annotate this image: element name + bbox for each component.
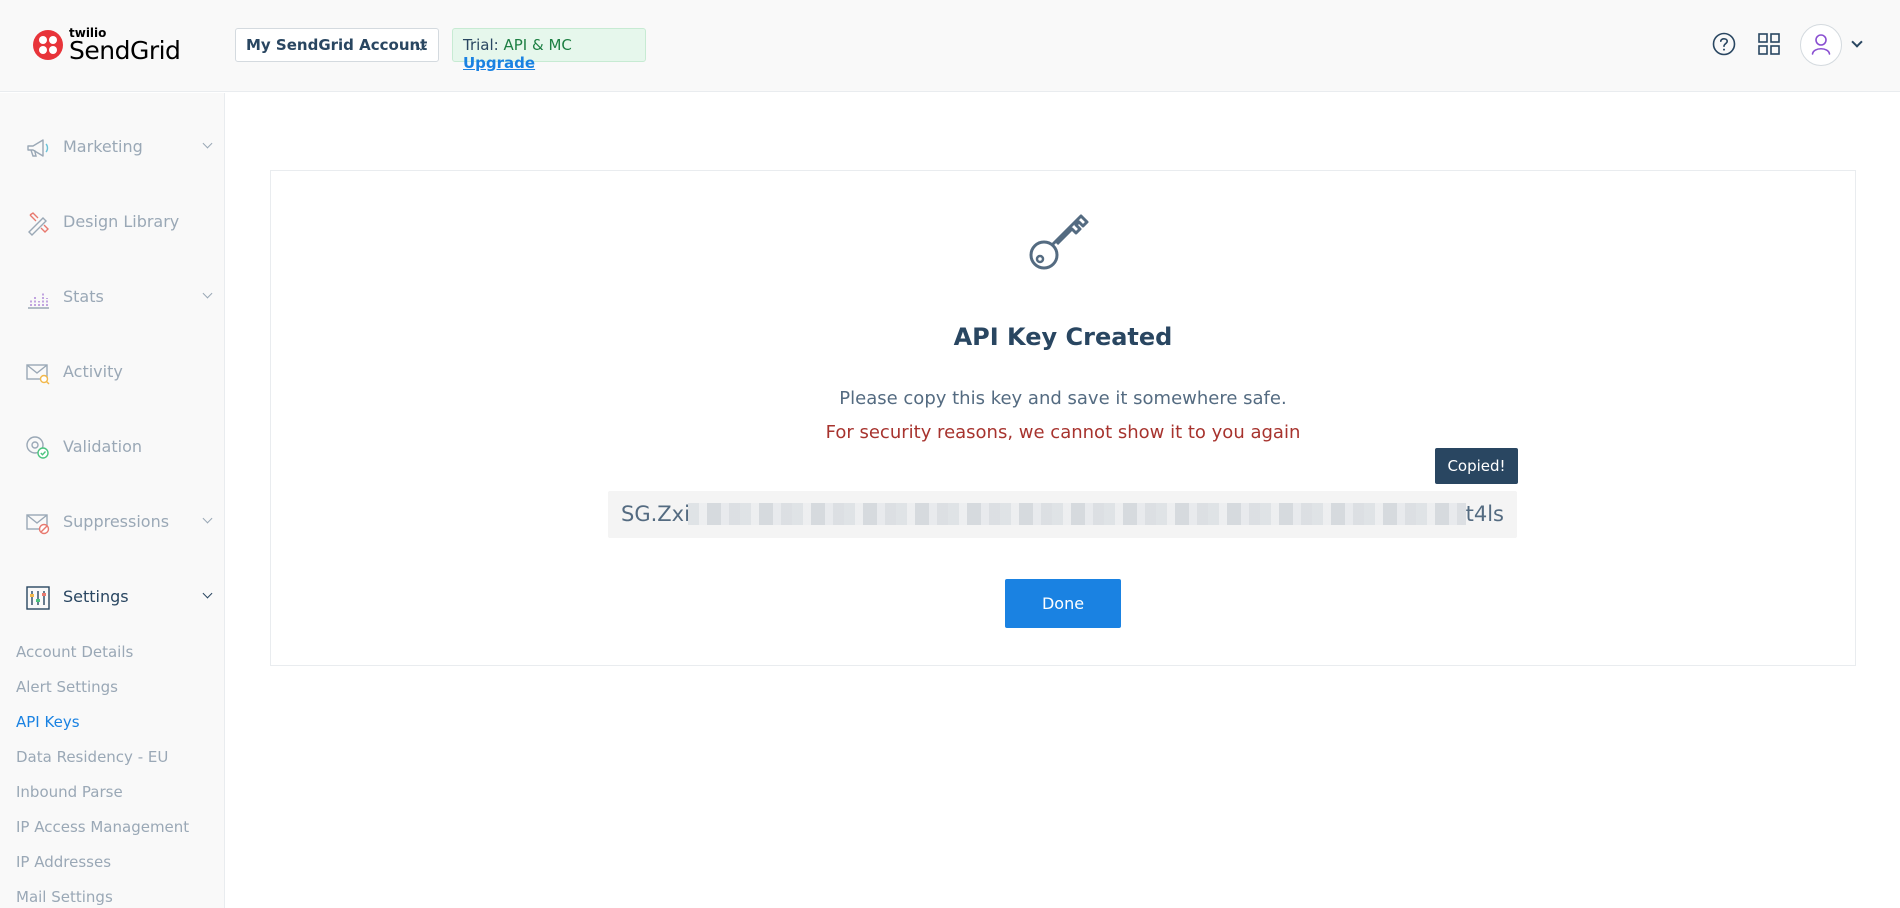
- trial-badge: Trial: API & MC Upgrade: [452, 28, 646, 72]
- key-icon: [1029, 214, 1089, 270]
- megaphone-icon: [27, 139, 49, 157]
- top-bar: twilio SendGrid My SendGrid Account Tria…: [0, 0, 1900, 92]
- settings-subitem-api-keys[interactable]: API Keys: [16, 713, 80, 731]
- chevron-down-icon: [202, 288, 213, 299]
- sidebar-item-marketing[interactable]: Marketing: [0, 122, 224, 172]
- envelope-block-icon: [26, 514, 50, 535]
- apps-grid-icon[interactable]: [1755, 30, 1783, 58]
- sidebar-item-stats[interactable]: Stats: [0, 272, 224, 322]
- sidebar-item-label: Design Library: [63, 212, 180, 231]
- settings-subitem-data-residency[interactable]: Data Residency - EU: [16, 748, 168, 766]
- help-icon[interactable]: [1710, 30, 1738, 58]
- sendgrid-logo[interactable]: twilio SendGrid: [33, 26, 183, 68]
- user-icon: [1811, 34, 1831, 55]
- settings-subitem-inbound-parse[interactable]: Inbound Parse: [16, 783, 123, 801]
- api-key-prefix: SG.Zxi: [621, 502, 690, 526]
- chevron-down-icon: [202, 513, 213, 524]
- twilio-logo-icon: [33, 30, 63, 60]
- done-button[interactable]: Done: [1005, 579, 1121, 628]
- sidebar-item-label: Marketing: [63, 137, 143, 156]
- at-check-icon: [26, 436, 49, 459]
- api-key-suffix: t4ls: [1465, 502, 1504, 526]
- settings-subitem-alert-settings[interactable]: Alert Settings: [16, 678, 118, 696]
- sidebar-item-suppressions[interactable]: Suppressions: [0, 497, 224, 547]
- trial-plan: API & MC: [503, 36, 572, 54]
- sidebar-item-design-library[interactable]: Design Library: [0, 197, 224, 247]
- copy-instruction-text: Please copy this key and save it somewhe…: [839, 388, 1287, 409]
- settings-subitem-ip-access-management[interactable]: IP Access Management: [16, 818, 189, 836]
- sidebar-item-label: Suppressions: [63, 512, 170, 531]
- settings-subitem-mail-settings[interactable]: Mail Settings: [16, 888, 113, 906]
- security-warning-text: For security reasons, we cannot show it …: [825, 422, 1301, 443]
- sidebar-item-label: Stats: [63, 287, 104, 306]
- account-selector[interactable]: My SendGrid Account: [235, 28, 439, 62]
- logo-name: SendGrid: [69, 36, 181, 65]
- api-key-redacted-blur: [688, 503, 1466, 525]
- user-menu-chevron-icon[interactable]: [1851, 36, 1863, 48]
- account-selector-label: My SendGrid Account: [246, 36, 428, 54]
- sidebar-item-label: Activity: [63, 362, 123, 381]
- settings-subitem-account-details[interactable]: Account Details: [16, 643, 133, 661]
- sliders-icon: [26, 586, 50, 610]
- copied-tooltip: Copied!: [1435, 448, 1518, 484]
- sidebar-item-activity[interactable]: Activity: [0, 347, 224, 397]
- sidebar-item-label: Settings: [63, 587, 129, 606]
- user-avatar[interactable]: [1800, 24, 1842, 66]
- sidebar-item-validation[interactable]: Validation: [0, 422, 224, 472]
- settings-subitem-ip-addresses[interactable]: IP Addresses: [16, 853, 111, 871]
- envelope-search-icon: [26, 364, 50, 385]
- design-tools-icon: [28, 212, 49, 236]
- chevron-down-icon: [202, 138, 213, 149]
- sidebar-item-settings[interactable]: Settings: [0, 572, 224, 622]
- page-title: API Key Created: [953, 323, 1173, 351]
- trial-prefix: Trial:: [463, 36, 499, 54]
- bar-chart-icon: [28, 293, 49, 309]
- upgrade-link[interactable]: Upgrade: [463, 54, 535, 72]
- chevron-down-icon: [202, 588, 213, 599]
- api-key-field[interactable]: SG.Zxi t4ls: [608, 491, 1517, 538]
- sidebar-item-label: Validation: [63, 437, 143, 456]
